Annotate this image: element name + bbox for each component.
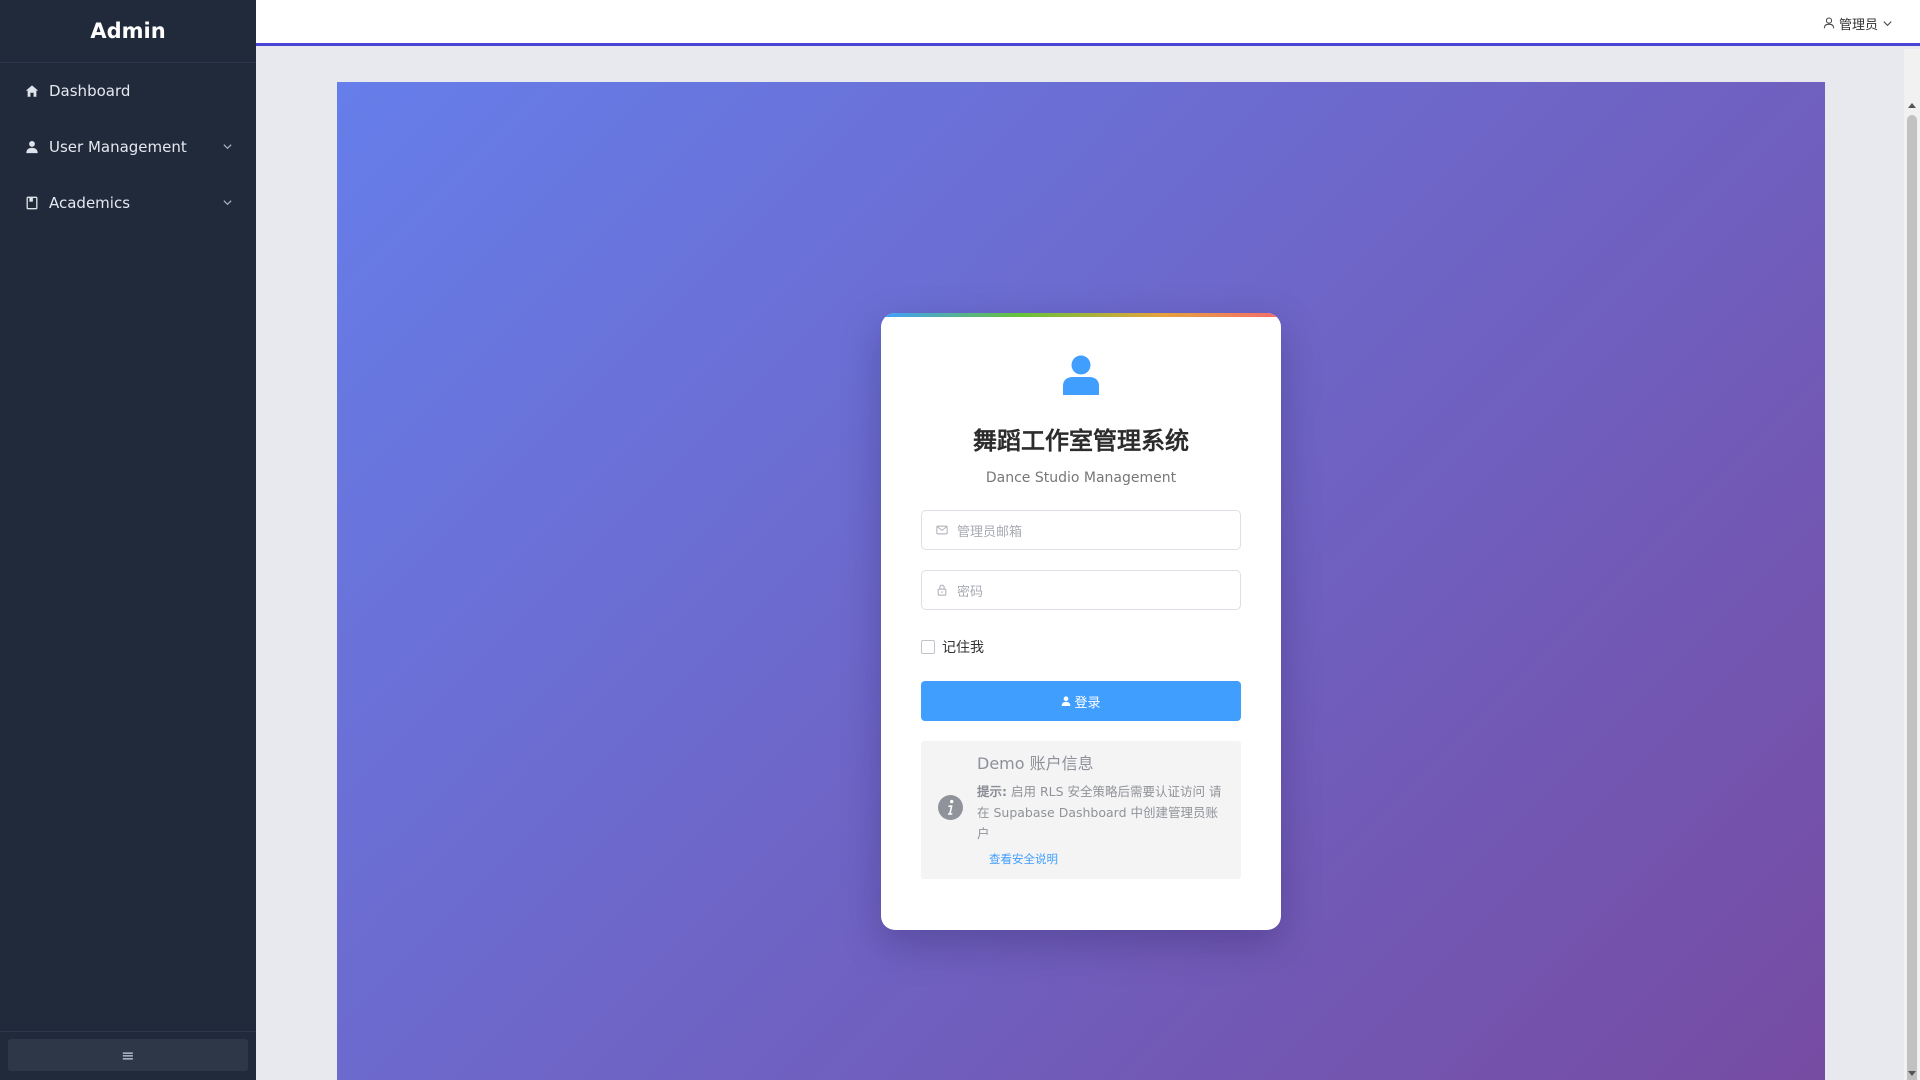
chevron-down-icon (1882, 18, 1894, 30)
email-field[interactable]: 管理员邮箱 (921, 510, 1241, 550)
scroll-up-arrow-icon[interactable] (1908, 101, 1916, 109)
sidebar-divider (0, 1031, 256, 1032)
login-button[interactable]: 登录 (921, 681, 1241, 721)
brand-title: Admin (0, 0, 256, 63)
remember-me-label: 记住我 (942, 640, 984, 656)
user-avatar-icon (1063, 355, 1099, 395)
chevron-down-icon (222, 141, 234, 153)
password-field[interactable]: 密码 (921, 570, 1241, 610)
sidebar-item-academics[interactable]: Academics (0, 175, 256, 231)
page-scrollbar[interactable] (1904, 49, 1920, 1080)
lock-icon (936, 584, 949, 597)
mail-icon (936, 524, 949, 537)
login-subtitle: Dance Studio Management (985, 470, 1177, 486)
scroll-down-arrow-icon[interactable] (1908, 1070, 1916, 1078)
sidebar-item-user-management[interactable]: User Management (0, 119, 256, 175)
demo-hint-label: 提示: (977, 784, 1007, 799)
demo-hint: 提示: 启用 RLS 安全策略后需要认证访问 请在 Supabase Dashb… (977, 781, 1227, 844)
demo-account-info: Demo 账户信息 提示: 启用 RLS 安全策略后需要认证访问 请在 Supa… (921, 741, 1241, 879)
top-header: 管理员 (256, 0, 1920, 46)
user-menu-label: 管理员 (1838, 18, 1878, 33)
sidebar-collapse-button[interactable]: ≡ (8, 1039, 248, 1071)
book-icon (24, 195, 40, 211)
sidebar-menu: Dashboard User Management Academics (0, 63, 256, 231)
remember-me-checkbox[interactable]: 记住我 (921, 637, 1241, 657)
chevron-down-icon (222, 197, 234, 209)
sidebar-item-label: User Management (49, 138, 187, 156)
password-placeholder: 密码 (957, 584, 984, 600)
security-info-link[interactable]: 查看安全说明 (989, 851, 1058, 867)
sidebar-item-dashboard[interactable]: Dashboard (0, 63, 256, 119)
hamburger-icon: ≡ (121, 1046, 135, 1065)
home-icon (24, 83, 40, 99)
email-placeholder: 管理员邮箱 (957, 524, 1023, 540)
login-card: 舞蹈工作室管理系统 Dance Studio Management 管理员邮箱 … (881, 313, 1281, 930)
scrollbar-thumb[interactable] (1907, 115, 1917, 1080)
demo-title: Demo 账户信息 (977, 754, 1094, 773)
user-icon (24, 139, 40, 155)
checkbox-box[interactable] (921, 640, 935, 654)
info-icon (938, 795, 963, 820)
demo-hint-text: 启用 RLS 安全策略后需要认证访问 请在 Supabase Dashboard… (977, 784, 1222, 841)
user-icon (1823, 17, 1836, 30)
user-menu-dropdown[interactable]: 管理员 (1823, 14, 1894, 33)
user-icon (1061, 695, 1072, 707)
sidebar-item-label: Academics (49, 194, 131, 212)
sidebar: Admin Dashboard User Management Academic… (0, 0, 256, 1080)
login-title: 舞蹈工作室管理系统 (973, 427, 1189, 455)
login-button-label: 登录 (1074, 695, 1101, 711)
sidebar-item-label: Dashboard (49, 82, 131, 100)
